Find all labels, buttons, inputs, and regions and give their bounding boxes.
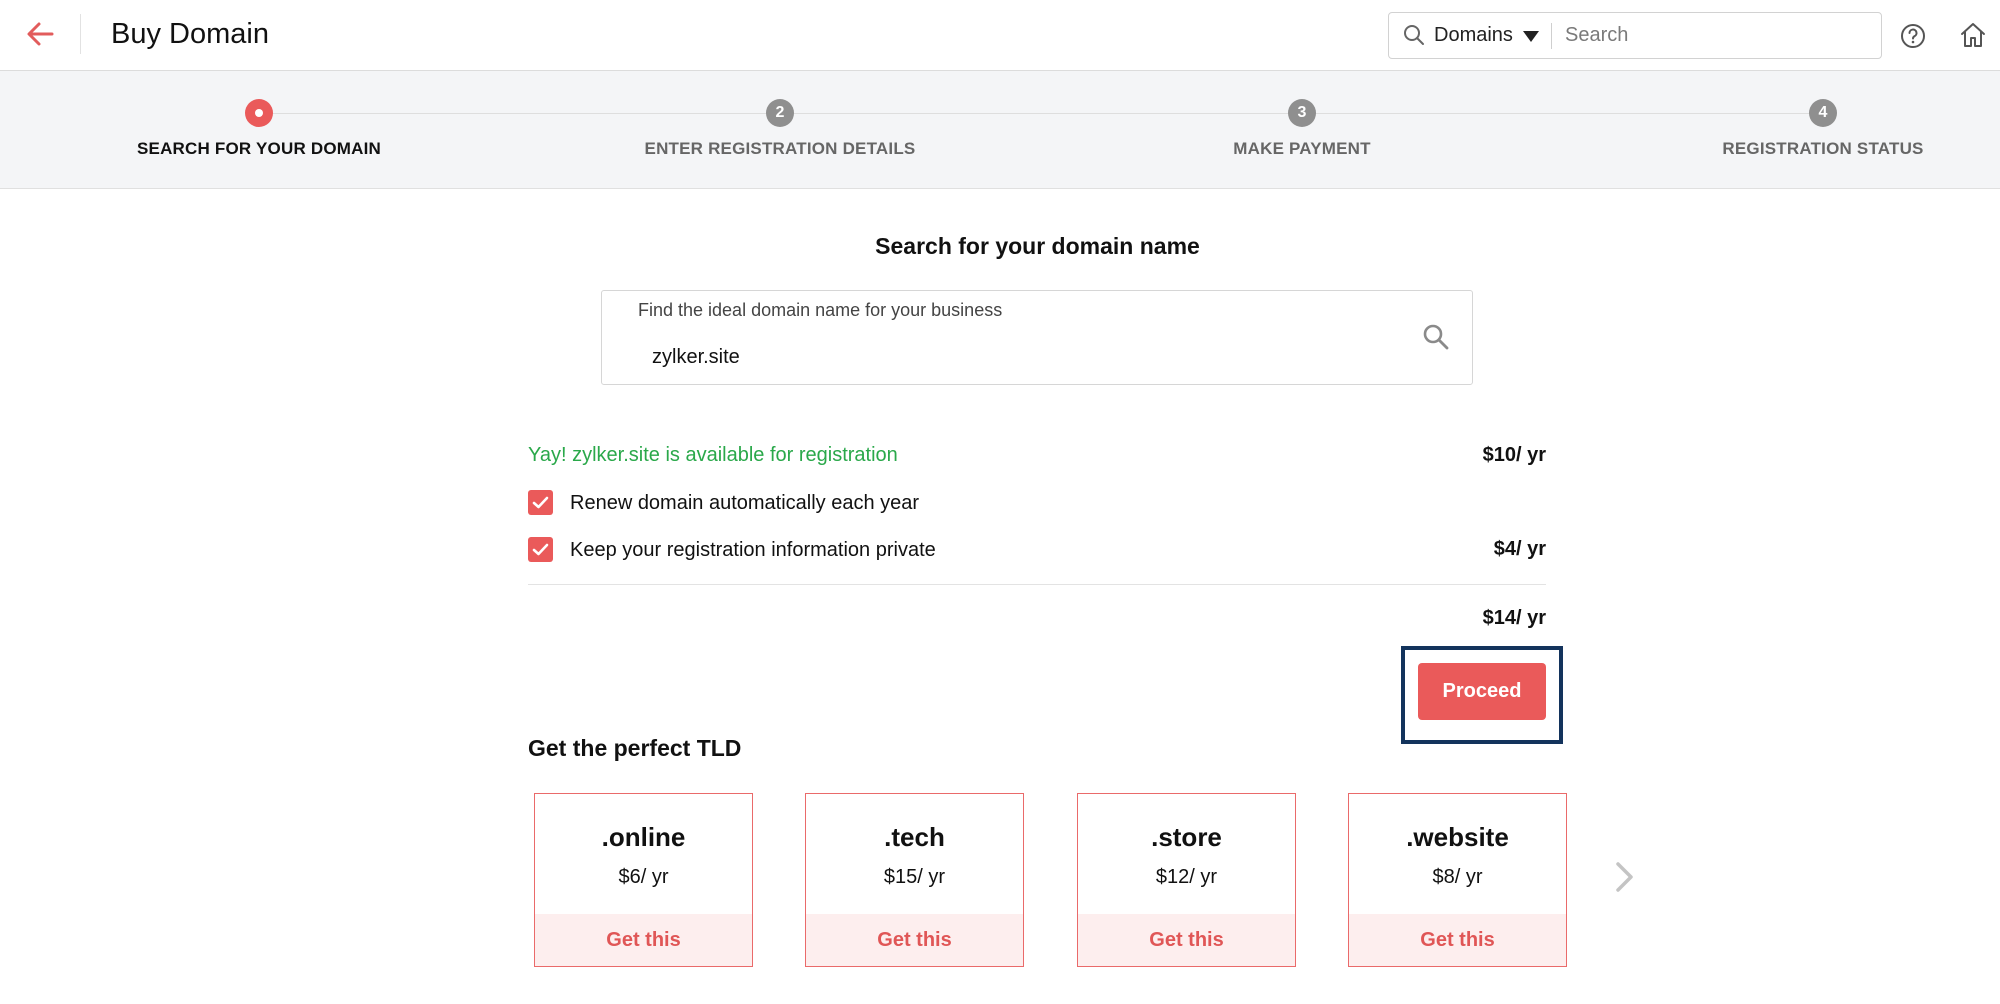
step-search-domain: SEARCH FOR YOUR DOMAIN [59, 71, 459, 189]
tld-price: $15/ yr [883, 866, 946, 888]
tld-card-online: .online $6/ yr Get this [534, 793, 753, 967]
step-indicator-active [245, 99, 273, 127]
get-this-button[interactable]: Get this [535, 914, 752, 966]
get-this-button[interactable]: Get this [806, 914, 1023, 966]
availability-message: Yay! zylker.site is available for regist… [528, 444, 898, 466]
privacy-checkbox[interactable] [528, 537, 553, 562]
step-label: ENTER REGISTRATION DETAILS [644, 139, 916, 158]
search-scope-divider [1551, 23, 1552, 49]
step-label: SEARCH FOR YOUR DOMAIN [137, 139, 381, 158]
tld-heading: Get the perfect TLD [528, 735, 742, 761]
tld-name: .online [601, 822, 686, 852]
get-this-button[interactable]: Get this [1078, 914, 1295, 966]
tld-name: .website [1406, 822, 1509, 852]
arrow-left-icon [27, 22, 54, 46]
help-button[interactable] [1899, 22, 1927, 50]
top-header: Buy Domain Domains [0, 0, 2000, 71]
privacy-price: $4/ yr [1493, 538, 1546, 560]
domain-search-field[interactable]: Find the ideal domain name for your busi… [601, 290, 1473, 385]
header-divider [80, 14, 81, 54]
privacy-label: Keep your registration information priva… [570, 539, 936, 561]
get-this-button[interactable]: Get this [1349, 914, 1566, 966]
help-circle-icon [1901, 24, 1925, 48]
back-button[interactable] [22, 14, 62, 54]
step-number: 2 [766, 99, 794, 127]
progress-stepper: SEARCH FOR YOUR DOMAIN 2 ENTER REGISTRAT… [0, 71, 2000, 189]
domain-search-hint: Find the ideal domain name for your busi… [638, 300, 1003, 320]
home-button[interactable] [1958, 20, 1988, 50]
check-icon [532, 543, 549, 556]
base-price: $10/ yr [1482, 444, 1546, 466]
domain-search-value[interactable]: zylker.site [652, 346, 740, 369]
step-number: 3 [1288, 99, 1316, 127]
check-icon [532, 496, 549, 509]
stepper-track [259, 113, 1822, 114]
chevron-right-icon [1616, 862, 1633, 892]
step-registration-status: 4 REGISTRATION STATUS [1623, 71, 2000, 189]
step-label: REGISTRATION STATUS [1722, 139, 1924, 158]
summary-divider [528, 584, 1546, 585]
search-heading: Search for your domain name [875, 233, 1200, 259]
step-registration-details: 2 ENTER REGISTRATION DETAILS [580, 71, 980, 189]
search-icon [1404, 25, 1424, 45]
search-scope-dropdown[interactable]: Domains [1434, 13, 1513, 58]
auto-renew-checkbox[interactable] [528, 490, 553, 515]
tld-card-tech: .tech $15/ yr Get this [805, 793, 1024, 967]
tld-name: .store [1151, 822, 1222, 852]
tld-price: $8/ yr [1432, 866, 1483, 888]
search-icon[interactable] [1421, 322, 1451, 352]
step-label: MAKE PAYMENT [1233, 139, 1371, 158]
tld-next-button[interactable] [1612, 860, 1638, 894]
caret-down-icon[interactable] [1523, 31, 1539, 42]
tld-price: $6/ yr [618, 866, 669, 888]
step-number: 4 [1809, 99, 1837, 127]
tld-name: .tech [884, 822, 945, 852]
tld-card-website: .website $8/ yr Get this [1348, 793, 1567, 967]
auto-renew-label: Renew domain automatically each year [570, 492, 920, 514]
tld-price: $12/ yr [1155, 866, 1218, 888]
global-search-box: Domains [1388, 12, 1882, 59]
global-search-input[interactable] [1563, 15, 1863, 56]
tld-card-store: .store $12/ yr Get this [1077, 793, 1296, 967]
step-make-payment: 3 MAKE PAYMENT [1102, 71, 1502, 189]
total-price: $14/ yr [1482, 607, 1546, 629]
home-icon [1961, 23, 1985, 47]
proceed-button[interactable]: Proceed [1418, 663, 1546, 720]
page-title: Buy Domain [111, 18, 269, 50]
